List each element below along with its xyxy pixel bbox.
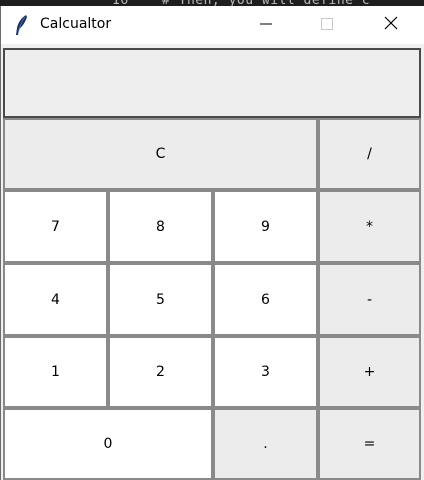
clear-button[interactable]: C xyxy=(3,118,318,190)
calculator-display[interactable] xyxy=(3,48,421,118)
divide-button[interactable]: / xyxy=(318,118,421,190)
subtract-button[interactable]: - xyxy=(318,263,421,336)
digit-2-button[interactable]: 2 xyxy=(108,336,213,408)
digit-0-button[interactable]: 0 xyxy=(3,408,213,480)
digit-6-button[interactable]: 6 xyxy=(213,263,318,336)
maximize-icon xyxy=(320,16,334,35)
keypad: C / 7 8 9 * 4 5 6 - 1 2 3 + 0 . = xyxy=(3,118,421,480)
digit-8-button[interactable]: 8 xyxy=(108,190,213,263)
multiply-button[interactable]: * xyxy=(318,190,421,263)
digit-7-button[interactable]: 7 xyxy=(3,190,108,263)
equals-button[interactable]: = xyxy=(318,408,421,480)
title-bar[interactable]: Calcualtor xyxy=(1,6,424,44)
digit-1-button[interactable]: 1 xyxy=(3,336,108,408)
digit-4-button[interactable]: 4 xyxy=(3,263,108,336)
feather-icon xyxy=(15,14,29,36)
window-title: Calcualtor xyxy=(40,16,112,32)
close-button[interactable] xyxy=(368,6,414,44)
add-button[interactable]: + xyxy=(318,336,421,408)
maximize-button[interactable] xyxy=(304,6,350,44)
digit-9-button[interactable]: 9 xyxy=(213,190,318,263)
decimal-button[interactable]: . xyxy=(213,408,318,480)
minimize-button[interactable] xyxy=(243,6,289,44)
digit-3-button[interactable]: 3 xyxy=(213,336,318,408)
close-icon xyxy=(383,15,399,35)
minimize-icon xyxy=(259,16,273,35)
calculator-window: Calcualtor C / 7 8 9 * 4 5 6 - 1 2 3 + 0… xyxy=(0,6,424,480)
digit-5-button[interactable]: 5 xyxy=(108,263,213,336)
